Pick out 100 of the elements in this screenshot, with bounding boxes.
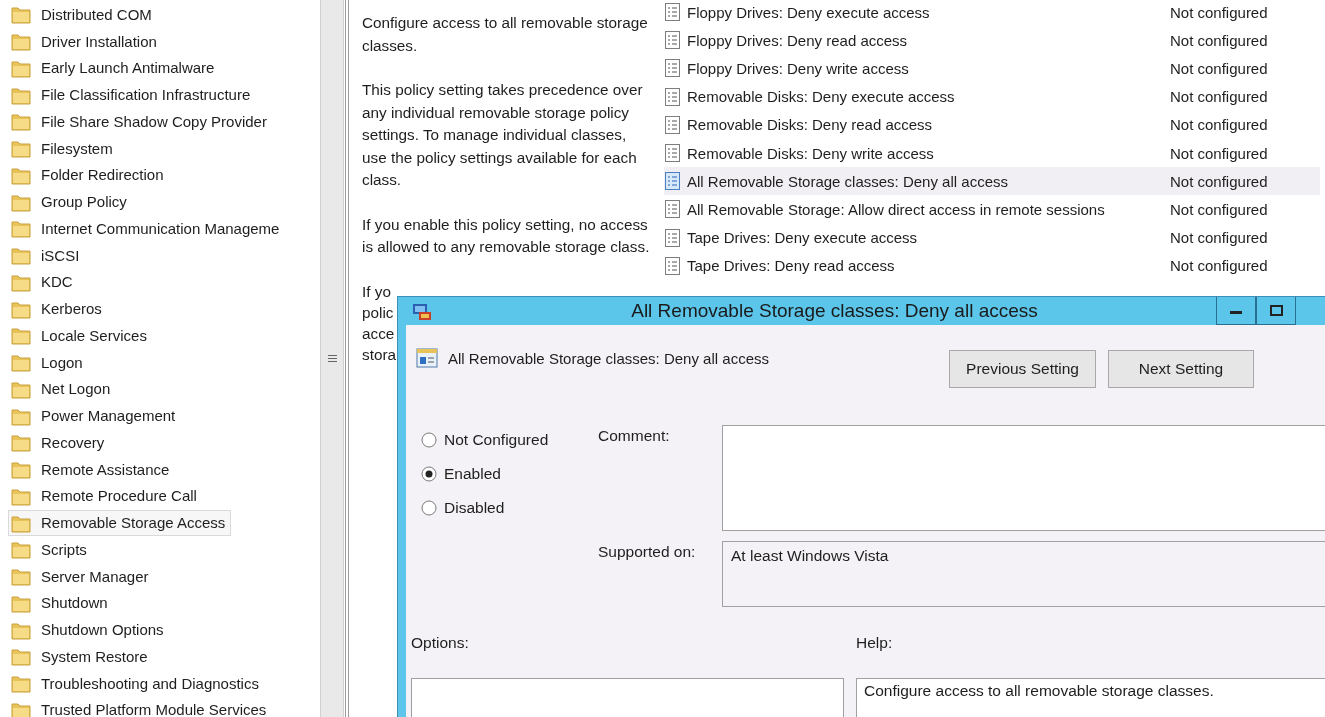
description-text: polic [362, 302, 394, 323]
comment-label: Comment: [598, 426, 671, 446]
setting-name: All Removable Storage classes: Deny all access [448, 349, 769, 367]
tree-item[interactable]: Troubleshooting and Diagnostics [8, 670, 265, 697]
radio-button[interactable] [421, 466, 437, 482]
supported-label: Supported on: [598, 542, 697, 562]
tree-item[interactable]: Shutdown [8, 589, 114, 616]
folder-icon [11, 646, 31, 667]
tree-item[interactable]: File Share Shadow Copy Provider [8, 108, 273, 135]
tree-item[interactable]: Scripts [8, 536, 93, 563]
policy-row[interactable]: Floppy Drives: Deny read access Not configured [664, 26, 1320, 55]
radio-button[interactable] [421, 432, 437, 448]
radio-option[interactable]: Not Configured [421, 431, 598, 449]
tree-item[interactable]: Remote Assistance [8, 456, 176, 483]
description-text: If you enable this policy setting, no access is allowed to any removable storage class. [362, 214, 650, 257]
tree-item[interactable]: Removable Storage Access [8, 509, 232, 536]
tree-item[interactable]: Shutdown Options [8, 616, 170, 643]
tree-item[interactable]: Power Management [8, 402, 182, 429]
policy-row[interactable]: All Removable Storage classes: Deny all access Not configured [664, 167, 1320, 196]
policy-row[interactable]: Tape Drives: Deny read access Not configured [664, 251, 1320, 280]
policy-name: Tape Drives: Deny execute access [687, 229, 918, 247]
minimize-button[interactable] [1216, 297, 1256, 325]
folder-icon [11, 459, 31, 480]
tree-item[interactable]: Driver Installation [8, 28, 163, 55]
radio-option[interactable]: Disabled [421, 499, 598, 517]
tree-item[interactable]: System Restore [8, 643, 154, 670]
description-text: If yo [362, 281, 391, 302]
policy-row[interactable]: Floppy Drives: Deny execute access Not configured [664, 0, 1320, 27]
radio-option[interactable]: Enabled [421, 465, 598, 483]
tree-item[interactable]: Early Launch Antimalware [8, 54, 221, 81]
folder-icon [11, 138, 31, 159]
policy-state: Not configured [1170, 31, 1268, 49]
radio-button[interactable] [421, 500, 437, 516]
policy-row[interactable]: Removable Disks: Deny execute access Not configured [664, 82, 1320, 111]
folder-icon [11, 245, 31, 266]
tree-item[interactable]: Net Logon [8, 375, 117, 402]
folder-icon [11, 566, 31, 587]
tree-item[interactable]: Kerberos [8, 295, 108, 322]
tree-item[interactable]: Trusted Platform Module Services [8, 696, 273, 717]
comment-field[interactable] [722, 425, 1325, 531]
policy-name: Removable Disks: Deny execute access [687, 88, 955, 106]
window-title: All Removable Storage classes: Deny all access [630, 300, 1039, 322]
tree-item[interactable]: Folder Redirection [8, 161, 170, 188]
maximize-button[interactable] [1256, 297, 1296, 325]
policy-row[interactable]: Removable Disks: Deny write access Not configured [664, 138, 1320, 168]
policy-state: Not configured [1170, 88, 1268, 106]
folder-icon [11, 539, 31, 560]
policy-icon [664, 58, 681, 79]
policy-state: Not configured [1170, 172, 1268, 190]
policy-name: Removable Disks: Deny read access [687, 116, 933, 134]
tree-item[interactable]: KDC [8, 268, 79, 295]
policy-row[interactable]: All Removable Storage: Allow direct access in remote sessions Not configured [664, 195, 1320, 224]
policy-state: Not configured [1170, 3, 1268, 21]
folder-icon [11, 218, 31, 239]
policy-name: All Removable Storage: Allow direct access in remote sessions [687, 200, 1105, 218]
policy-icon [664, 114, 681, 135]
policy-row[interactable]: Tape Drives: Deny execute access Not configured [664, 223, 1320, 252]
scrollbar[interactable] [320, 0, 344, 717]
policy-name: Tape Drives: Deny read access [687, 257, 895, 275]
policy-icon [664, 255, 681, 276]
tree-item[interactable]: Filesystem [8, 135, 119, 162]
description-text: This policy setting takes precedence over any individual removable storage policy settings. To manage individual classes, use the policy settings available for each class. [362, 80, 644, 190]
policy-state: Not configured [1170, 257, 1268, 275]
folder-icon [11, 111, 31, 132]
maximize-icon [1269, 305, 1283, 316]
description-text: stora [362, 344, 396, 365]
supported-field: At least Windows Vista [722, 541, 1325, 607]
policy-state: Not configured [1170, 116, 1268, 134]
tree-item[interactable]: Distributed COM [8, 1, 158, 28]
folder-icon [11, 31, 31, 52]
policy-state: Not configured [1170, 144, 1268, 162]
tree-item[interactable]: Recovery [8, 429, 111, 456]
tree-item[interactable]: Remote Procedure Call [8, 482, 203, 509]
help-text: Configure access to all removable storage classes. [856, 678, 1325, 717]
policy-name: Removable Disks: Deny write access [687, 144, 934, 162]
policy-icon [664, 199, 681, 220]
policy-icon [664, 86, 681, 107]
policy-icon [664, 227, 681, 248]
policy-icon [664, 2, 681, 23]
policy-name: Floppy Drives: Deny read access [687, 31, 908, 49]
previous-setting-button[interactable]: Previous Setting [949, 350, 1096, 388]
setting-icon [416, 348, 438, 368]
folder-icon [11, 325, 31, 346]
policy-state: Not configured [1170, 59, 1268, 77]
tree-item[interactable]: iSCSI [8, 242, 86, 269]
tree-item[interactable]: Group Policy [8, 188, 133, 215]
tree-item[interactable]: Locale Services [8, 322, 153, 349]
policy-row[interactable]: Removable Disks: Deny read access Not configured [664, 110, 1320, 139]
folder-icon [11, 432, 31, 453]
tree-item[interactable]: File Classification Infrastructure [8, 81, 257, 108]
policy-row[interactable]: Floppy Drives: Deny write access Not configured [664, 54, 1320, 83]
tree-item[interactable]: Logon [8, 349, 89, 376]
tree-item[interactable]: Internet Communication Manageme [8, 215, 286, 242]
policy-name: Floppy Drives: Deny write access [687, 59, 909, 77]
tree-item[interactable]: Server Manager [8, 563, 155, 590]
folder-icon [11, 4, 31, 25]
options-label: Options: [411, 633, 470, 653]
folder-icon [11, 352, 31, 373]
next-setting-button[interactable]: Next Setting [1108, 350, 1254, 388]
policy-icon [664, 143, 681, 164]
